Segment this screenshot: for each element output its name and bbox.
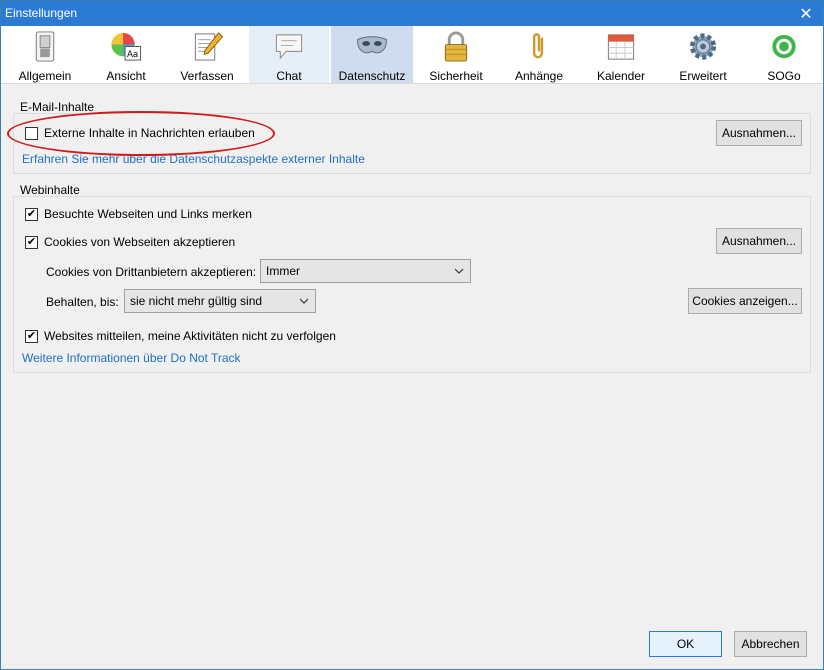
palette-icon: Aa [111, 32, 142, 61]
svg-text:Aa: Aa [127, 50, 138, 60]
calendar-icon [607, 34, 635, 60]
web-content-group [13, 196, 811, 373]
pencil-paper-icon [194, 32, 224, 61]
third-party-cookies-label: Cookies von Drittanbietern akzeptieren: [46, 265, 257, 279]
tab-datenschutz[interactable]: Datenschutz [331, 26, 413, 83]
tab-verfassen[interactable]: Verfassen [167, 26, 247, 83]
ok-button[interactable]: OK [649, 631, 722, 657]
tab-anhaenge[interactable]: Anhänge [499, 26, 579, 83]
sogo-icon [772, 34, 796, 59]
cookie-exceptions-button[interactable]: Ausnahmen... [716, 228, 802, 254]
keep-until-select[interactable]: sie nicht mehr gültig sind [124, 289, 316, 313]
show-cookies-button[interactable]: Cookies anzeigen... [688, 288, 802, 314]
switch-icon [35, 31, 55, 62]
email-exceptions-button[interactable]: Ausnahmen... [716, 120, 802, 146]
accept-cookies-row[interactable]: ✔ Cookies von Webseiten akzeptieren [25, 235, 235, 249]
third-party-cookies-value: Immer [266, 264, 300, 278]
third-party-cookies-select[interactable]: Immer [260, 259, 471, 283]
tab-allgemein[interactable]: Allgemein [5, 26, 85, 83]
remember-visited-row[interactable]: ✔ Besuchte Webseiten und Links merken [25, 207, 252, 221]
tab-chat[interactable]: Chat [249, 26, 329, 83]
web-content-legend: Webinhalte [20, 183, 80, 197]
cancel-button[interactable]: Abbrechen [734, 631, 807, 657]
tab-kalender[interactable]: Kalender [581, 26, 661, 83]
category-toolbar: Allgemein Aa Ansicht Verfassen Chat Date… [1, 26, 823, 84]
tab-sicherheit[interactable]: Sicherheit [415, 26, 497, 83]
chevron-down-icon [299, 298, 309, 304]
tab-erweitert[interactable]: Erweitert [663, 26, 743, 83]
do-not-track-row[interactable]: ✔ Websites mitteilen, meine Aktivitäten … [25, 329, 336, 343]
title-bar: Einstellungen ✕ [1, 1, 823, 26]
external-content-checkbox[interactable] [25, 126, 38, 140]
padlock-icon [444, 31, 468, 62]
keep-until-label: Behalten, bis: [46, 295, 119, 309]
privacy-learn-more-link[interactable]: Erfahren Sie mehr über die Datenschutzas… [22, 152, 365, 166]
remember-visited-checkbox[interactable]: ✔ [25, 207, 38, 221]
accept-cookies-label: Cookies von Webseiten akzeptieren [44, 235, 236, 249]
external-content-label: Externe Inhalte in Nachrichten erlauben [44, 126, 255, 140]
remember-visited-label: Besuchte Webseiten und Links merken [44, 207, 252, 221]
paperclip-icon [532, 33, 544, 59]
gear-icon [689, 33, 717, 60]
chevron-down-icon [454, 268, 464, 274]
do-not-track-checkbox[interactable]: ✔ [25, 329, 38, 343]
external-content-row[interactable]: Externe Inhalte in Nachrichten erlauben [25, 126, 255, 140]
do-not-track-info-link[interactable]: Weitere Informationen über Do Not Track [22, 351, 241, 365]
tab-ansicht[interactable]: Aa Ansicht [87, 26, 165, 83]
tab-sogo[interactable]: SOGo [745, 26, 823, 83]
close-icon[interactable]: ✕ [789, 1, 823, 26]
preferences-window: Einstellungen ✕ Allgemein Aa Ansicht Ver… [0, 0, 824, 670]
speech-bubble-icon [275, 34, 303, 60]
mask-icon [356, 36, 388, 54]
do-not-track-label: Websites mitteilen, meine Aktivitäten ni… [44, 329, 336, 343]
email-content-legend: E-Mail-Inhalte [20, 100, 95, 114]
keep-until-value: sie nicht mehr gültig sind [130, 294, 263, 308]
accept-cookies-checkbox[interactable]: ✔ [25, 235, 38, 249]
window-title: Einstellungen [5, 6, 78, 20]
